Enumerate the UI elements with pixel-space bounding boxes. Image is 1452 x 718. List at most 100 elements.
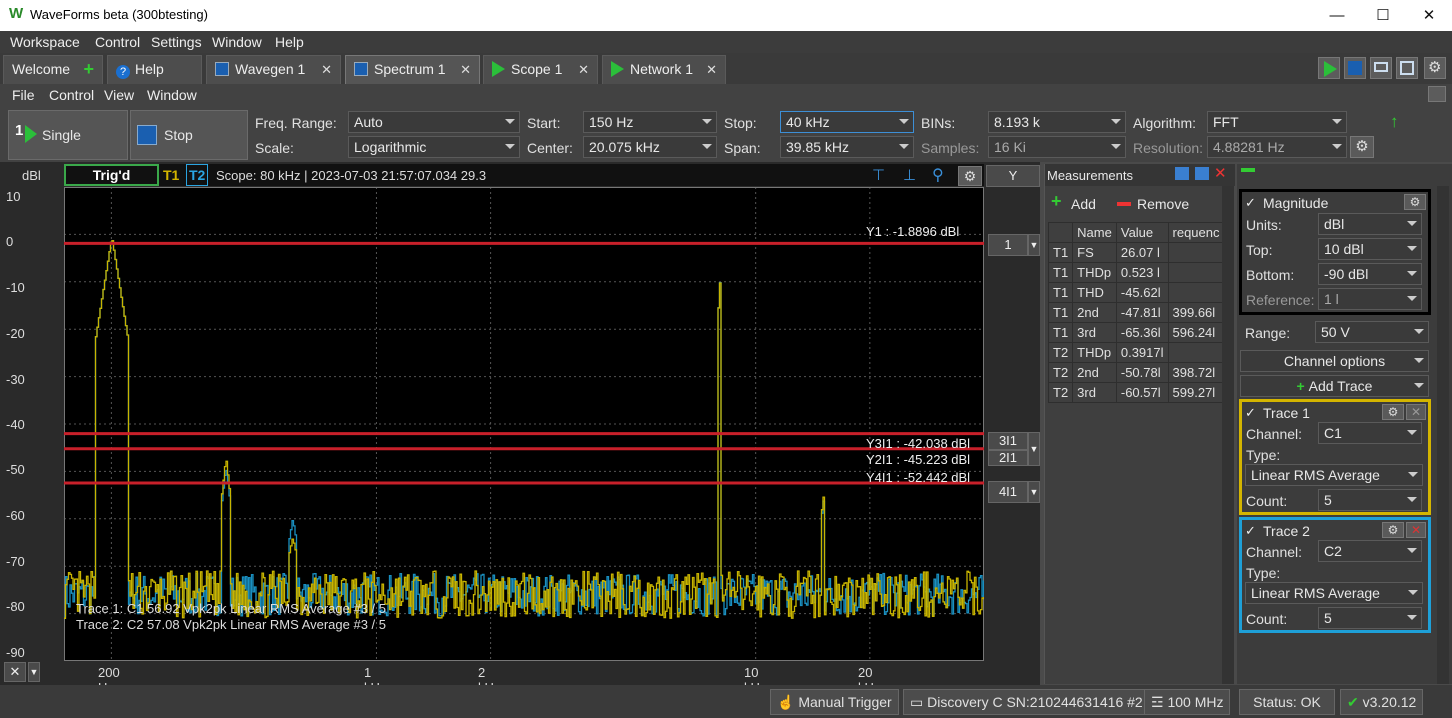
- tab-scope[interactable]: Scope 1 ✕: [483, 55, 598, 84]
- units-select[interactable]: dBl: [1318, 213, 1422, 235]
- tab-wavegen[interactable]: Wavegen 1 ✕: [206, 55, 341, 84]
- cursor-3-button[interactable]: 3I1: [988, 432, 1028, 450]
- cursor-1-button[interactable]: 1: [988, 234, 1028, 256]
- start-field[interactable]: 150 Hz: [583, 111, 717, 133]
- trace1-count-field[interactable]: 5: [1318, 489, 1422, 511]
- version-button[interactable]: ✔ v3.20.12: [1340, 689, 1424, 715]
- resolution-field[interactable]: 4.88281 Hz: [1207, 136, 1347, 158]
- trace2-gear-icon[interactable]: ⚙: [1382, 522, 1404, 538]
- close-tab-icon[interactable]: ✕: [460, 56, 471, 83]
- menu-settings[interactable]: Settings: [151, 34, 202, 50]
- cursor-horizontal-icon[interactable]: ⊤: [872, 166, 885, 184]
- manual-trigger-button[interactable]: ☝ Manual Trigger: [770, 689, 899, 715]
- trace2-checkbox[interactable]: ✓: [1245, 523, 1256, 539]
- trace2-count-field[interactable]: 5: [1318, 607, 1422, 629]
- add-measurement-button[interactable]: Add: [1071, 196, 1096, 212]
- measurement-row[interactable]: T1 2nd -47.81l 399.66l: [1047, 302, 1225, 323]
- magnitude-checkbox[interactable]: ✓: [1245, 195, 1256, 211]
- measurement-row[interactable]: T1 FS 26.07 l: [1047, 242, 1225, 263]
- menu-view[interactable]: View: [104, 87, 134, 103]
- trace2-toggle[interactable]: T2: [186, 164, 209, 186]
- trace2-type-select[interactable]: Linear RMS Average: [1245, 582, 1423, 604]
- menu-window-sub[interactable]: Window: [147, 87, 197, 103]
- close-plot-icon[interactable]: ✕: [4, 662, 26, 682]
- trace2-channel-select[interactable]: C2: [1318, 540, 1422, 562]
- scale-select[interactable]: Logarithmic: [348, 136, 520, 158]
- trace1-checkbox[interactable]: ✓: [1245, 405, 1256, 421]
- trace1-remove-icon[interactable]: ✕: [1406, 404, 1426, 420]
- add-trace-button[interactable]: + Add Trace: [1240, 375, 1429, 397]
- tile-icon[interactable]: [1396, 57, 1418, 79]
- spectrum-plot[interactable]: [64, 187, 984, 661]
- collapse-up-arrow-icon[interactable]: ↑: [1390, 112, 1399, 132]
- tab-welcome[interactable]: Welcome +: [3, 55, 103, 84]
- algorithm-select[interactable]: FFT: [1207, 111, 1347, 133]
- plot-menu-chevron-icon[interactable]: ▼: [28, 662, 40, 682]
- trace1-channel-select[interactable]: C1: [1318, 422, 1422, 444]
- dock-icon[interactable]: [1175, 167, 1189, 180]
- trace2-remove-icon[interactable]: ✕: [1406, 522, 1426, 538]
- cursor-4-chevron-icon[interactable]: ▼: [1028, 481, 1040, 503]
- cursor-1-chevron-icon[interactable]: ▼: [1028, 234, 1040, 256]
- stop-button[interactable]: Stop: [130, 110, 248, 160]
- column-header[interactable]: Value: [1115, 222, 1169, 243]
- minimize-button[interactable]: —: [1314, 0, 1360, 31]
- freq-range-select[interactable]: Auto: [348, 111, 520, 133]
- stop-freq-field[interactable]: 40 kHz: [780, 111, 914, 133]
- measurement-row[interactable]: T1 THDp 0.523 l: [1047, 262, 1225, 283]
- menu-control[interactable]: Control: [95, 34, 140, 50]
- cascade-icon[interactable]: [1370, 57, 1392, 79]
- tab-spectrum[interactable]: Spectrum 1 ✕: [345, 55, 480, 84]
- trace1-gear-icon[interactable]: ⚙: [1382, 404, 1404, 420]
- menu-control-sub[interactable]: Control: [49, 87, 94, 103]
- measurement-row[interactable]: T2 3rd -60.57l 599.27l: [1047, 382, 1225, 403]
- close-tab-icon[interactable]: ✕: [578, 56, 589, 83]
- close-tab-icon[interactable]: ✕: [706, 56, 717, 83]
- options-gear-icon[interactable]: ⚙: [1350, 136, 1374, 158]
- menu-file[interactable]: File: [12, 87, 35, 103]
- float-icon[interactable]: [1195, 167, 1209, 180]
- reference-field[interactable]: 1 l: [1318, 288, 1422, 310]
- measurement-row[interactable]: T1 3rd -65.36l 596.24l: [1047, 322, 1225, 343]
- center-field[interactable]: 20.075 kHz: [583, 136, 717, 158]
- trace1-type-select[interactable]: Linear RMS Average: [1245, 464, 1423, 486]
- menu-workspace[interactable]: Workspace: [10, 34, 80, 50]
- remove-measurement-button[interactable]: Remove: [1137, 196, 1189, 212]
- cursor-2-button[interactable]: 2I1: [988, 450, 1028, 466]
- single-button[interactable]: 1 Single: [8, 110, 128, 160]
- stop-all-button[interactable]: [1344, 57, 1366, 79]
- magnitude-gear-icon[interactable]: ⚙: [1404, 194, 1426, 210]
- menu-help[interactable]: Help: [275, 34, 304, 50]
- column-header[interactable]: Name: [1072, 222, 1117, 243]
- cursor-4-button[interactable]: 4I1: [988, 481, 1028, 503]
- measurement-row[interactable]: T2 THDp 0.3917l: [1047, 342, 1225, 363]
- plot-gear-icon[interactable]: ⚙: [958, 166, 982, 186]
- measurement-row[interactable]: T2 2nd -50.78l 398.72l: [1047, 362, 1225, 383]
- bins-field[interactable]: 8.193 k: [988, 111, 1126, 133]
- device-button[interactable]: ▭ Discovery C SN:210244631416 #2: [903, 689, 1150, 715]
- samples-field[interactable]: 16 Ki: [988, 136, 1126, 158]
- status-button[interactable]: Status: OK: [1239, 689, 1335, 715]
- close-tab-icon[interactable]: ✕: [321, 56, 332, 83]
- close-measurements-icon[interactable]: ✕: [1214, 164, 1227, 182]
- cursor-3-chevron-icon[interactable]: ▼: [1028, 432, 1040, 466]
- run-all-button[interactable]: [1318, 57, 1340, 79]
- bottom-field[interactable]: -90 dBl: [1318, 263, 1422, 285]
- cursor-vertical-icon[interactable]: ⊥: [903, 166, 916, 184]
- zoom-icon[interactable]: ⚲: [932, 165, 944, 185]
- y-axis-button[interactable]: Y: [986, 165, 1040, 187]
- settings-gear-icon[interactable]: ⚙: [1424, 57, 1446, 79]
- collapse-icon[interactable]: [1241, 168, 1255, 172]
- column-header[interactable]: requenc: [1167, 222, 1225, 243]
- close-window-button[interactable]: ✕: [1406, 0, 1452, 31]
- restore-icon[interactable]: [1428, 86, 1446, 102]
- tab-help[interactable]: ? Help: [107, 55, 202, 84]
- panel-scrollbar[interactable]: [1437, 186, 1449, 684]
- span-field[interactable]: 39.85 kHz: [780, 136, 914, 158]
- maximize-button[interactable]: ☐: [1360, 0, 1406, 31]
- channel-options-button[interactable]: Channel options: [1240, 350, 1429, 372]
- top-field[interactable]: 10 dBl: [1318, 238, 1422, 260]
- range-select[interactable]: 50 V: [1315, 321, 1429, 343]
- measurements-scrollbar[interactable]: [1222, 186, 1234, 684]
- clock-button[interactable]: ☲ 100 MHz: [1144, 689, 1231, 715]
